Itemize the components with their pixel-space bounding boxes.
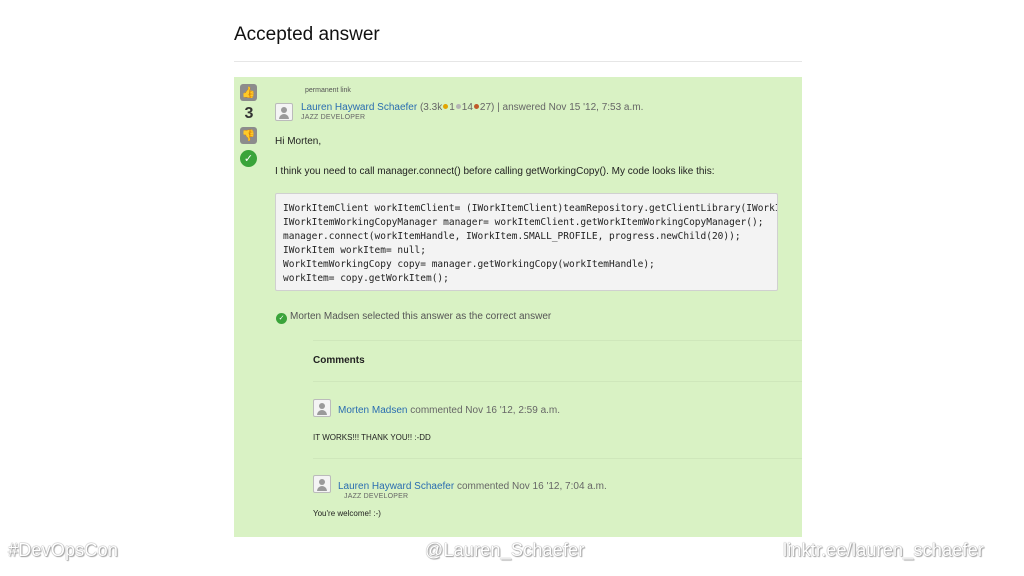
avatar [313,475,331,493]
silver-badge-icon [455,104,461,110]
comments-divider [313,340,802,341]
footer-handle: @Lauren_Schaefer [425,540,585,560]
comment-author-link[interactable]: Lauren Hayward Schaefer [338,481,454,492]
answer-greeting: Hi Morten, [275,136,322,147]
comment-author-line: Morten Madsen commented Nov 16 '12, 2:59… [338,405,560,416]
comment-author-link[interactable]: Morten Madsen [338,405,407,416]
code-line: IWorkItemWorkingCopyManager manager= wor… [283,217,764,228]
thumbs-down-icon: 👎 [241,129,256,142]
downvote-button[interactable]: 👎 [240,127,257,144]
footer-hashtag: #DevOpsCon [8,540,119,560]
bronze-badge-count: 27) [479,102,495,113]
code-block: IWorkItemClient workItemClient= (IWorkIt… [275,193,778,291]
accepted-answer-panel: 👍 3 👎 ✓ permanent link Lauren Hayward Sc… [234,77,802,537]
code-line: workItem= copy.getWorkItem(); [283,273,449,284]
comment-text: You're welcome! :-) [313,509,381,518]
accepted-check-icon: ✓ [240,150,257,167]
gold-badge-icon [443,104,449,110]
thumbs-up-icon: 👍 [241,86,256,99]
footer-link: linktr.ee/lauren_schaefer [783,540,985,560]
author-role: JAZZ DEVELOPER [301,114,366,121]
vote-column: 👍 3 👎 ✓ [238,84,260,167]
title-divider [234,61,802,62]
answer-author-line: Lauren Hayward Schaefer (3.3k 1 14 27) | an… [301,102,643,113]
comment-divider [313,381,802,382]
upvote-button[interactable]: 👍 [240,84,257,101]
silver-badge-count: 14 [461,102,473,113]
check-icon: ✓ [276,313,287,324]
code-line: IWorkItemClient workItemClient= (IWorkIt… [283,203,777,214]
vote-count: 3 [244,105,254,122]
reputation: (3.3k [419,102,443,113]
selected-answer-text: Morten Madsen selected this answer as th… [290,311,552,322]
permanent-link[interactable]: permanent link [305,87,351,94]
answered-timestamp: | answered Nov 15 '12, 7:53 a.m. [497,102,644,113]
comment-text: IT WORKS!!! THANK YOU!! :-DD [313,433,431,442]
comment-timestamp: commented Nov 16 '12, 7:04 a.m. [456,481,607,492]
answer-author-link[interactable]: Lauren Hayward Schaefer [301,102,417,113]
avatar [275,103,293,121]
selected-answer-note: ✓ Morten Madsen selected this answer as t… [276,311,551,324]
gold-badge-count: 1 [449,102,455,113]
code-line: IWorkItem workItem= null; [283,245,426,256]
comments-heading: Comments [313,355,365,366]
bronze-badge-icon [473,104,479,110]
comment-divider [313,458,802,459]
code-line: WorkItemWorkingCopy copy= manager.getWor… [283,259,655,270]
answer-paragraph: I think you need to call manager.connect… [275,166,715,177]
comment-timestamp: commented Nov 16 '12, 2:59 a.m. [410,405,561,416]
author-role: JAZZ DEVELOPER [344,493,409,500]
slide-title: Accepted answer [234,24,380,45]
comment-author-line: Lauren Hayward Schaefer commented Nov 16… [338,481,607,492]
avatar [313,399,331,417]
code-line: manager.connect(workItemHandle, IWorkIte… [283,231,741,242]
